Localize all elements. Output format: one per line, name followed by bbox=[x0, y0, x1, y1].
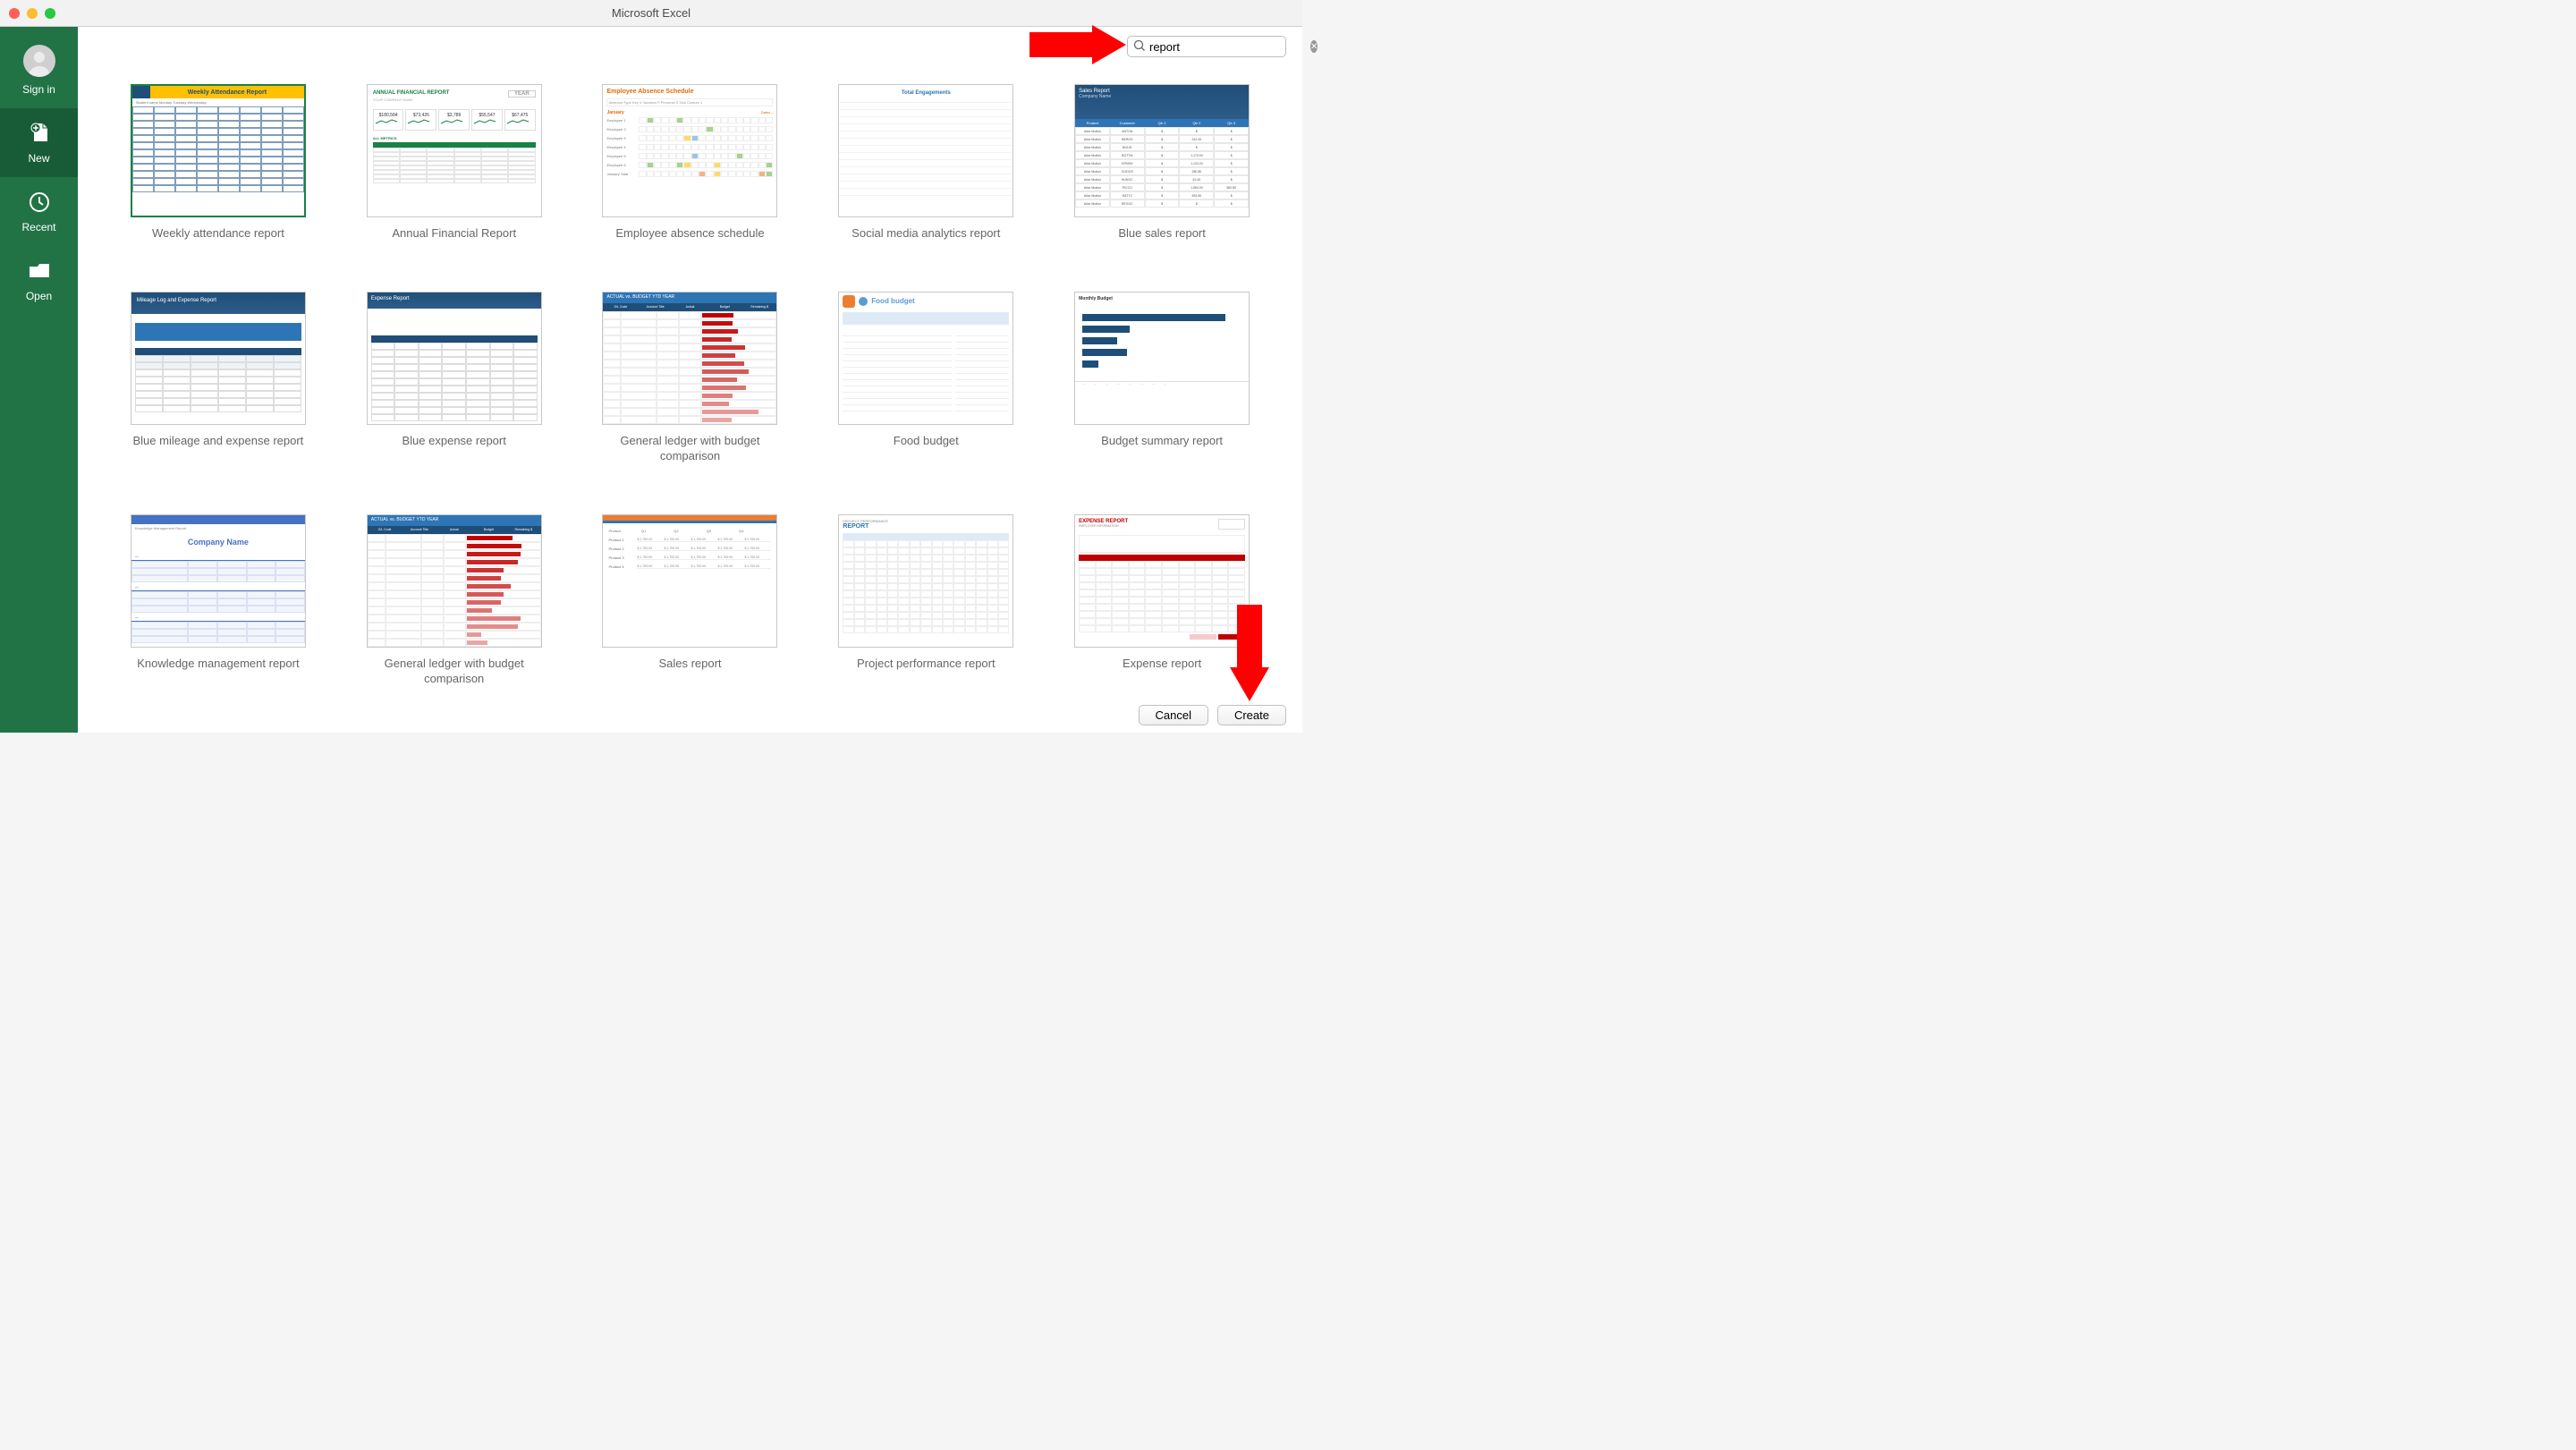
template-label: Annual Financial Report bbox=[392, 226, 516, 242]
close-button[interactable] bbox=[9, 8, 20, 19]
new-icon bbox=[27, 121, 52, 146]
template-card[interactable]: ACTUAL vs. BUDGET YTD YEAR G/L CodeAccou… bbox=[367, 514, 542, 687]
template-card[interactable]: Monthly Budget ———————— Budget summary r… bbox=[1074, 292, 1250, 464]
template-label: Knowledge management report bbox=[137, 657, 299, 672]
template-label: Blue expense report bbox=[402, 434, 506, 449]
template-card[interactable]: Knowledge Management Report Company Name… bbox=[131, 514, 306, 687]
search-icon bbox=[1133, 39, 1146, 55]
template-thumbnail: Food budget bbox=[838, 292, 1013, 425]
template-thumbnail: Monthly Budget ———————— bbox=[1074, 292, 1250, 425]
template-label: Weekly attendance report bbox=[152, 226, 284, 242]
template-thumbnail: Weekly Attendance Report Student name Mo… bbox=[131, 84, 306, 217]
template-thumbnail: ANNUAL FINANCIAL REPORT YEAR YOUR COMPAN… bbox=[367, 84, 542, 217]
clear-icon[interactable]: ✕ bbox=[1310, 40, 1318, 53]
template-thumbnail: Expense Report bbox=[367, 292, 542, 425]
template-thumbnail: Sales ReportCompany Name ProductCustomer… bbox=[1074, 84, 1250, 217]
zoom-button[interactable] bbox=[45, 8, 55, 19]
sidebar-item-new[interactable]: New bbox=[0, 108, 78, 177]
sidebar-item-signin[interactable]: Sign in bbox=[0, 27, 78, 108]
template-label: Employee absence schedule bbox=[615, 226, 764, 242]
template-card[interactable]: ProductQ1Q2Q3Q4 Product 1$ 1,700.00$ 1,7… bbox=[602, 514, 777, 687]
template-label: Social media analytics report bbox=[852, 226, 1000, 242]
template-thumbnail: Employee Absence Schedule Absence Type K… bbox=[602, 84, 777, 217]
template-card[interactable]: EXPENSE REPORTEMPLOYEE INFORMATION Expen… bbox=[1074, 514, 1250, 687]
template-label: Food budget bbox=[894, 434, 959, 449]
template-thumbnail: EXPENSE REPORTEMPLOYEE INFORMATION bbox=[1074, 514, 1250, 648]
template-label: Blue sales report bbox=[1118, 226, 1206, 242]
window-title: Microsoft Excel bbox=[612, 6, 691, 20]
template-label: Project performance report bbox=[857, 657, 996, 672]
template-card[interactable]: Sales ReportCompany Name ProductCustomer… bbox=[1074, 84, 1250, 242]
templates-area: Weekly Attendance Report Student name Mo… bbox=[78, 57, 1302, 733]
template-card[interactable]: Weekly Attendance Report Student name Mo… bbox=[131, 84, 306, 242]
titlebar: Microsoft Excel bbox=[0, 0, 1302, 27]
sidebar-item-label: Recent bbox=[21, 221, 55, 233]
sidebar-item-recent[interactable]: Recent bbox=[0, 177, 78, 246]
avatar-icon bbox=[23, 45, 55, 77]
template-card[interactable]: Food budget Food budget bbox=[838, 292, 1013, 464]
template-thumbnail: Knowledge Management Report Company Name… bbox=[131, 514, 306, 648]
template-card[interactable]: ACTUAL vs. BUDGET YTD YEAR G/L CodeAccou… bbox=[602, 292, 777, 464]
template-card[interactable]: ANNUAL FINANCIAL REPORT YEAR YOUR COMPAN… bbox=[367, 84, 542, 242]
recent-icon bbox=[27, 190, 52, 215]
template-card[interactable]: Expense Report Blue expense report bbox=[367, 292, 542, 464]
template-thumbnail: ProductQ1Q2Q3Q4 Product 1$ 1,700.00$ 1,7… bbox=[602, 514, 777, 648]
template-label: Budget summary report bbox=[1101, 434, 1223, 449]
folder-icon bbox=[27, 259, 52, 284]
sidebar-item-open[interactable]: Open bbox=[0, 246, 78, 315]
sidebar-item-label: Open bbox=[26, 290, 52, 302]
template-thumbnail: ACTUAL vs. BUDGET YTD YEAR G/L CodeAccou… bbox=[367, 514, 542, 648]
minimize-button[interactable] bbox=[27, 8, 38, 19]
search-input[interactable] bbox=[1149, 40, 1307, 54]
template-card[interactable]: PROJECT PERFORMANCEREPORT Project perfor… bbox=[838, 514, 1013, 687]
button-row: Cancel Create bbox=[1123, 698, 1303, 733]
sidebar: Sign in New Recent Open bbox=[0, 27, 78, 733]
cancel-button[interactable]: Cancel bbox=[1139, 705, 1208, 725]
template-thumbnail: ACTUAL vs. BUDGET YTD YEAR G/L CodeAccou… bbox=[602, 292, 777, 425]
template-label: Expense report bbox=[1123, 657, 1201, 672]
template-card[interactable]: Employee Absence Schedule Absence Type K… bbox=[602, 84, 777, 242]
create-button[interactable]: Create bbox=[1217, 705, 1286, 725]
template-label: Sales report bbox=[658, 657, 721, 672]
template-thumbnail: Total Engagements bbox=[838, 84, 1013, 217]
template-label: Blue mileage and expense report bbox=[132, 434, 303, 449]
template-card[interactable]: Mileage Log and Expense Report Blue mile… bbox=[131, 292, 306, 464]
template-card[interactable]: Total Engagements Social media analytics… bbox=[838, 84, 1013, 242]
sidebar-item-label: New bbox=[28, 152, 49, 165]
main-area: ✕ Weekly Attendance Report Student name … bbox=[78, 27, 1302, 733]
template-thumbnail: Mileage Log and Expense Report bbox=[131, 292, 306, 425]
template-label: General ledger with budget comparison bbox=[367, 657, 542, 687]
template-label: General ledger with budget comparison bbox=[602, 434, 777, 464]
search-box[interactable]: ✕ bbox=[1127, 36, 1286, 57]
sidebar-item-label: Sign in bbox=[22, 83, 55, 96]
traffic-lights bbox=[0, 8, 55, 19]
template-thumbnail: PROJECT PERFORMANCEREPORT bbox=[838, 514, 1013, 648]
